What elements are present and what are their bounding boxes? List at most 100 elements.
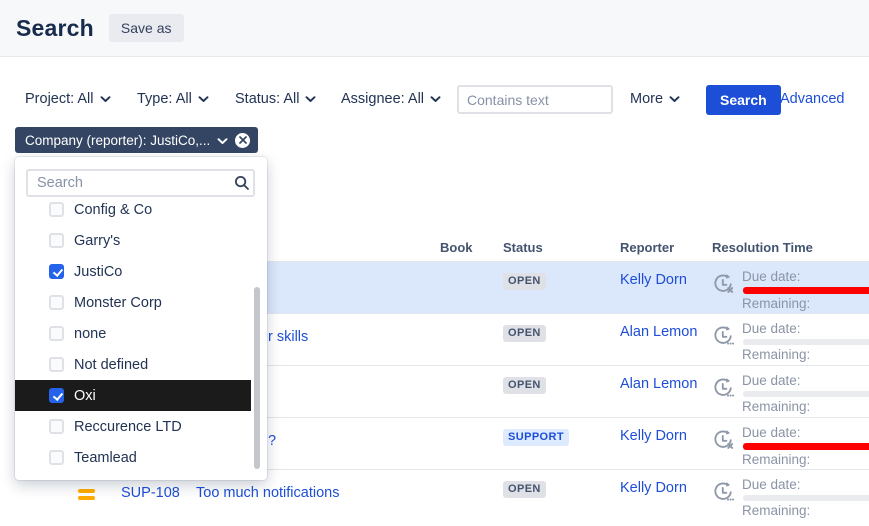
dropdown-option-garry-s[interactable]: Garry's — [15, 225, 267, 256]
overdue-value-bar — [743, 287, 869, 294]
reporter-cell: Alan Lemon — [620, 314, 712, 365]
reporter-cell: Kelly Dorn — [620, 262, 712, 313]
checkbox-unchecked[interactable] — [49, 326, 64, 341]
dropdown-option-teamlead[interactable]: Teamlead — [15, 442, 267, 473]
filter-label: Type: All — [137, 91, 192, 107]
remove-filter-icon[interactable] — [235, 133, 250, 148]
checkbox-unchecked[interactable] — [49, 295, 64, 310]
option-label: JustiCo — [74, 264, 122, 280]
contains-text-input[interactable] — [457, 85, 613, 114]
filter-label: Project: All — [25, 91, 94, 107]
option-label: Oxi — [74, 388, 96, 404]
option-label: none — [74, 326, 106, 342]
more-dropdown[interactable]: More — [630, 91, 680, 107]
issue-summary-link[interactable]: Too much notifications — [196, 485, 339, 501]
remaining-label: Remaining: — [742, 452, 869, 467]
save-as-button[interactable]: Save as — [109, 14, 184, 42]
reporter-cell: Kelly Dorn — [620, 470, 712, 521]
resolution-time-cell: Due date:Remaining: — [712, 262, 869, 313]
status-badge: OPEN — [503, 481, 546, 498]
filter-assignee-all[interactable]: Assignee: All — [341, 91, 441, 107]
dropdown-option-monster-corp[interactable]: Monster Corp — [15, 287, 267, 318]
value-bar — [743, 495, 869, 501]
option-label: Not defined — [74, 357, 148, 373]
filter-status-all[interactable]: Status: All — [235, 91, 316, 107]
page-title: Search — [16, 15, 94, 42]
chevron-down-icon — [669, 91, 680, 107]
chevron-down-icon — [430, 91, 441, 107]
clock-x-icon — [712, 428, 736, 452]
reporter-link[interactable]: Alan Lemon — [620, 376, 697, 392]
book-cell — [440, 262, 503, 313]
clock-ellipsis-icon — [712, 324, 736, 348]
chevron-down-icon — [100, 91, 111, 107]
reporter-cell: Kelly Dorn — [620, 418, 712, 469]
dropdown-option-list: Config & CoGarry's JustiCo Monster Corp non… — [15, 202, 267, 477]
magnifier-icon — [234, 175, 250, 196]
issue-summary-fragment[interactable]: r skills — [268, 329, 308, 345]
reporter-link[interactable]: Kelly Dorn — [620, 428, 687, 444]
column-header-book: Book — [440, 240, 503, 255]
chevron-down-icon — [217, 133, 228, 148]
filter-label: Assignee: All — [341, 91, 424, 107]
issue-summary-fragment[interactable]: ? — [268, 433, 276, 449]
filter-chip-label: Company (reporter): JustiCo,... — [25, 133, 210, 148]
dropdown-option-reccurence-ltd[interactable]: Reccurence LTD — [15, 411, 267, 442]
status-cell: OPEN — [503, 470, 620, 521]
reporter-link[interactable]: Kelly Dorn — [620, 480, 687, 496]
search-button[interactable]: Search — [706, 85, 781, 115]
checkbox-unchecked[interactable] — [49, 202, 64, 217]
checkbox-unchecked[interactable] — [49, 450, 64, 465]
resolution-time-cell: Due date:Remaining: — [712, 470, 869, 521]
clock-x-icon — [712, 272, 736, 296]
issue-key-link[interactable]: SUP-108 — [121, 485, 180, 501]
dropdown-option-not-defined[interactable]: Not defined — [15, 349, 267, 380]
column-header-resolution-time: Resolution Time — [712, 240, 869, 255]
company-reporter-filter-chip[interactable]: Company (reporter): JustiCo,... — [15, 127, 258, 153]
more-label: More — [630, 91, 663, 107]
remaining-label: Remaining: — [742, 399, 869, 414]
checkbox-checked[interactable] — [49, 264, 64, 279]
status-badge: OPEN — [503, 273, 546, 290]
advanced-link[interactable]: Advanced — [780, 91, 845, 107]
status-cell: OPEN — [503, 262, 620, 313]
reporter-link[interactable]: Kelly Dorn — [620, 272, 687, 288]
medium-priority-icon — [78, 489, 95, 503]
reporter-link[interactable]: Alan Lemon — [620, 324, 697, 340]
dropdown-option-justico[interactable]: JustiCo — [15, 256, 267, 287]
checkbox-checked[interactable] — [49, 388, 64, 403]
overdue-value-bar — [743, 443, 869, 450]
remaining-label: Remaining: — [742, 347, 869, 362]
due-date-label: Due date: — [742, 425, 869, 440]
remaining-label: Remaining: — [742, 296, 869, 311]
checkbox-unchecked[interactable] — [49, 357, 64, 372]
value-bar — [743, 391, 869, 397]
status-cell: OPEN — [503, 314, 620, 365]
dropdown-search-input[interactable] — [26, 169, 255, 197]
option-label: Monster Corp — [74, 295, 162, 311]
book-cell — [440, 470, 503, 521]
status-cell: SUPPORT — [503, 418, 620, 469]
filter-type-all[interactable]: Type: All — [137, 91, 209, 107]
clock-ellipsis-icon — [712, 480, 736, 504]
checkbox-unchecked[interactable] — [49, 419, 64, 434]
status-cell: OPEN — [503, 366, 620, 417]
dropdown-option-config-co[interactable]: Config & Co — [15, 202, 267, 225]
dropdown-option-oxi[interactable]: Oxi — [15, 380, 251, 411]
column-header-status: Status — [503, 240, 620, 255]
dropdown-scrollbar[interactable] — [254, 287, 260, 469]
due-date-label: Due date: — [742, 373, 869, 388]
column-header-reporter: Reporter — [620, 240, 712, 255]
value-bar — [743, 339, 869, 345]
due-date-label: Due date: — [742, 477, 869, 492]
checkbox-unchecked[interactable] — [49, 233, 64, 248]
company-dropdown-panel: Config & CoGarry's JustiCo Monster Corp non… — [15, 157, 267, 480]
resolution-time-cell: Due date: Remaining: — [712, 366, 869, 417]
chevron-down-icon — [305, 91, 316, 107]
book-cell — [440, 314, 503, 365]
dropdown-option-none[interactable]: none — [15, 318, 267, 349]
resolution-time-cell: Due date:Remaining: — [712, 314, 869, 365]
filter-project-all[interactable]: Project: All — [25, 91, 111, 107]
resolution-time-cell: Due date: Remaining: — [712, 418, 869, 469]
option-label: Teamlead — [74, 450, 137, 466]
